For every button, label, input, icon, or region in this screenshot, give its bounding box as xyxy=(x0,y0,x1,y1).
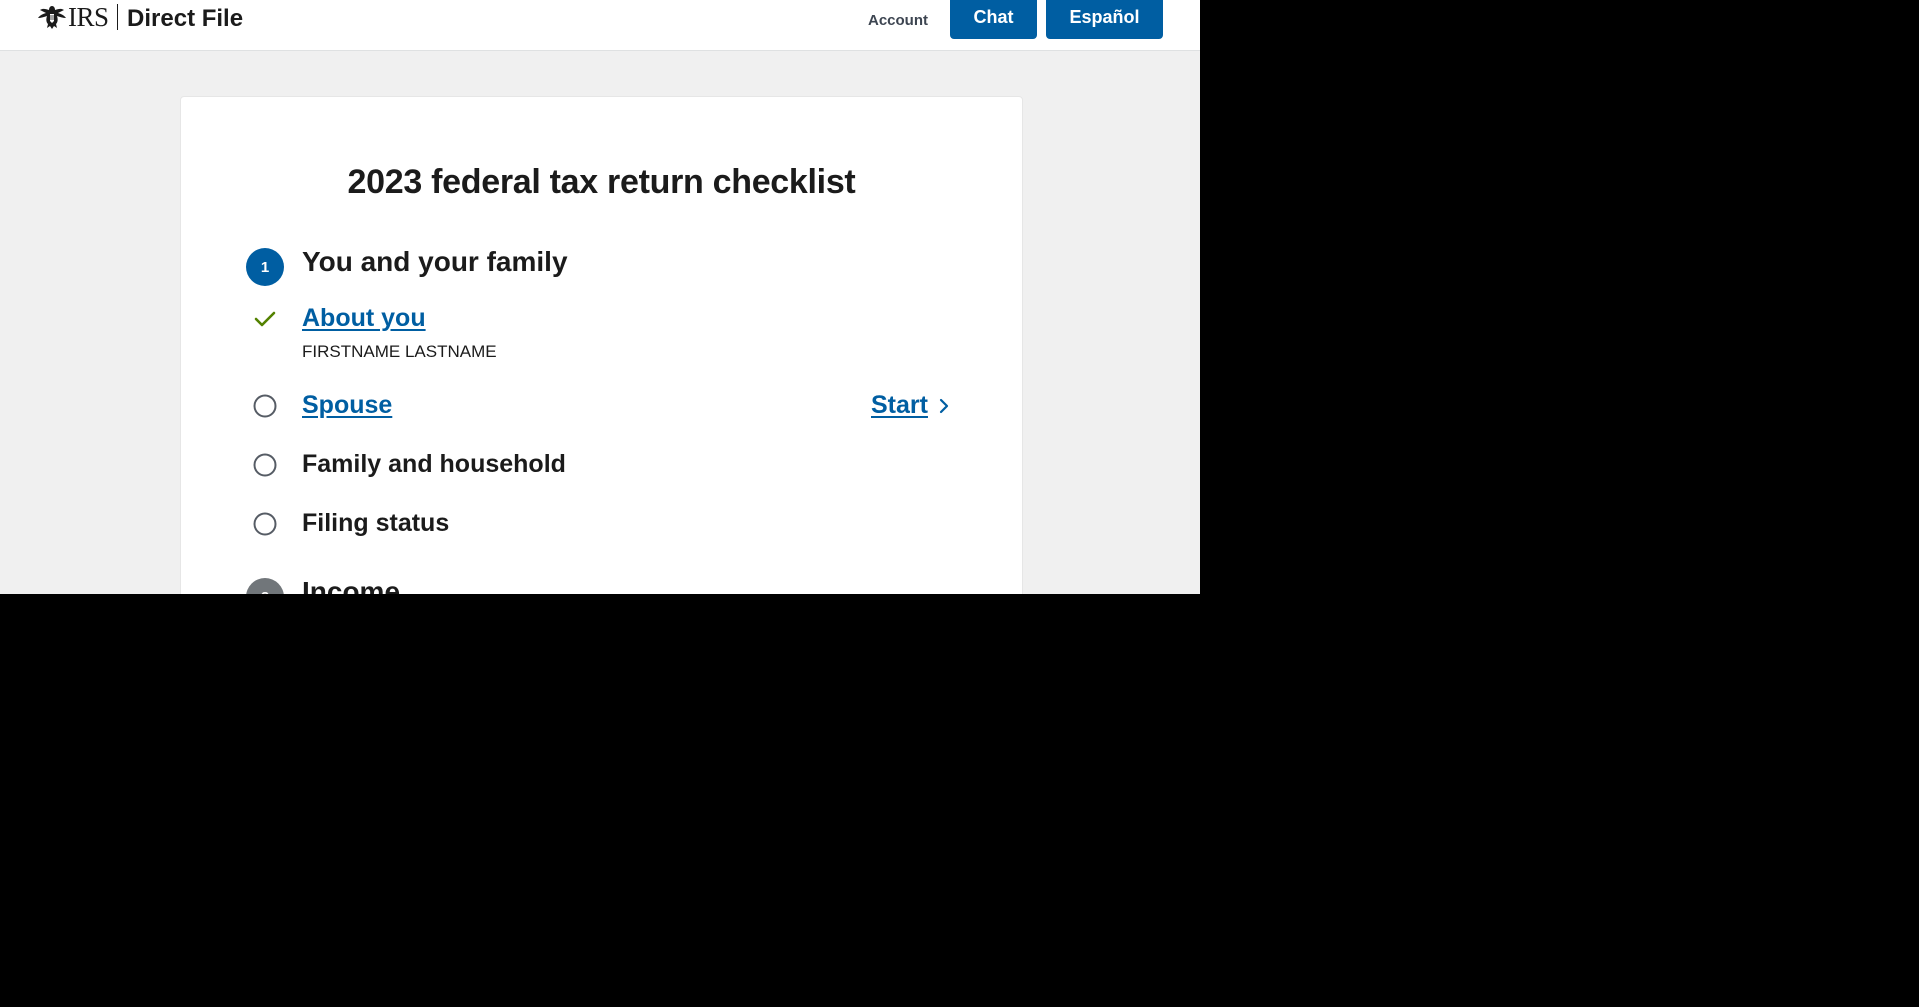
circle-icon xyxy=(253,512,277,536)
site-header: IRS Direct File Account Chat Español xyxy=(0,0,1200,51)
chevron-right-icon xyxy=(939,398,949,413)
language-toggle-button[interactable]: Español xyxy=(1046,0,1163,39)
browser-viewport: IRS Direct File Account Chat Español 202… xyxy=(0,0,1200,594)
logo-app-name: Direct File xyxy=(127,5,244,32)
checklist-card: 2023 federal tax return checklist 1 You … xyxy=(180,96,1023,594)
logo-divider xyxy=(116,4,119,30)
chat-button[interactable]: Chat xyxy=(950,0,1037,39)
eagle-icon xyxy=(38,6,66,29)
page-title: 2023 federal tax return checklist xyxy=(347,163,856,201)
circle-icon xyxy=(253,453,277,477)
check-icon xyxy=(254,311,276,327)
checklist-item-family-and-household: Family and household xyxy=(302,450,566,478)
about-you-name: FIRSTNAME LASTNAME xyxy=(302,342,497,361)
start-link-label: Start xyxy=(871,391,928,419)
section-title-income: Income xyxy=(302,576,401,594)
checklist-item-filing-status: Filing status xyxy=(302,509,450,537)
logo-irs-text: IRS xyxy=(68,1,109,32)
checklist-item-about-you[interactable]: About you xyxy=(302,304,426,333)
section-title-you-and-family: You and your family xyxy=(302,246,568,277)
section-number-badge: 2 xyxy=(246,578,284,594)
spouse-start-link[interactable]: Start xyxy=(871,391,952,420)
irs-direct-file-logo[interactable]: IRS Direct File xyxy=(37,0,243,34)
circle-icon xyxy=(253,394,277,418)
section-number-badge: 1 xyxy=(246,248,284,286)
account-link[interactable]: Account xyxy=(868,12,928,29)
checklist-item-spouse[interactable]: Spouse xyxy=(302,391,392,420)
